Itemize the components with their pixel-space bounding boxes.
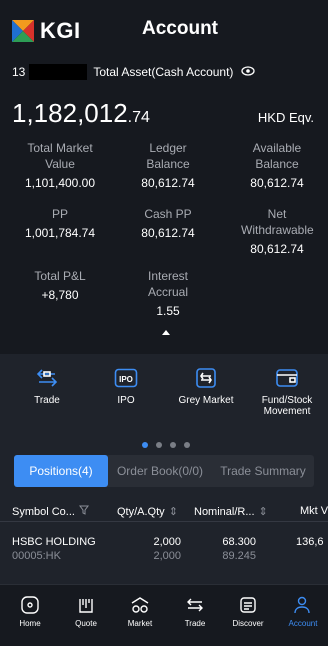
svg-text:IPO: IPO [119,375,133,384]
tab-order-book[interactable]: Order Book(0/0) [108,455,212,487]
metric-value: 80,612.74 [250,176,304,190]
tabbar-label: Market [127,619,153,628]
metric-label: Ledger Balance [146,141,190,171]
tabbar-home[interactable]: Home [10,595,50,628]
sort-icon[interactable]: ⇕ [169,505,178,518]
shortcut-ipo[interactable]: IPO IPO [86,366,166,406]
metric-label: PP [51,207,68,221]
metric-available-balance: Available Balance 80,612.74 [222,140,328,190]
tabbar-label: Discover [232,619,264,628]
home-icon [20,595,40,615]
metric-total-pl: Total P&L +8,780 [5,268,115,302]
shortcut-label: IPO [117,395,135,406]
metric-label: Cash PP [144,207,192,221]
tabbar-quote[interactable]: Quote [66,595,106,628]
column-header-label: Nominal/R... [194,505,255,518]
metric-label: Available Balance [252,141,302,171]
carousel-dot[interactable] [184,442,190,448]
carousel-dot[interactable] [170,442,176,448]
metric-value: 80,612.74 [250,242,304,256]
column-header-label: Qty/A.Qty [117,505,165,518]
bottom-tab-bar: Home Quote Market Trade Discover Account [0,584,328,646]
wallet-icon [275,366,299,390]
tabbar-label: Home [19,619,41,628]
tabbar-label: Trade [184,619,206,628]
metric-net-withdrawable: Net Withdrawable 80,612.74 [222,206,328,256]
eye-icon[interactable] [241,65,256,79]
carousel-dot[interactable] [142,442,148,448]
filter-icon[interactable] [78,505,89,518]
metric-pp: PP 1,001,784.74 [5,206,115,240]
metric-label: Interest Accrual [147,269,189,299]
position-name: HSBC HOLDING [12,536,96,548]
metric-label: Total P&L [34,269,86,283]
tabbar-account[interactable]: Account [283,595,323,628]
position-nominal: 68.300 [222,536,256,548]
total-asset-value: 1,182,012.74 [12,98,150,129]
column-header-label: Mkt V [300,505,328,517]
metric-cash-pp: Cash PP 80,612.74 [113,206,223,240]
carousel-dots [142,442,190,448]
collapse-caret-icon[interactable] [162,330,170,335]
quote-icon [76,595,96,615]
total-asset-label: Total Asset(Cash Account) [93,65,234,79]
position-code: 00005:HK [12,550,61,562]
metric-label: Net Withdrawable [241,207,314,237]
metric-value: 1,101,400.00 [24,176,96,190]
shortcut-fund-stock-movement[interactable]: Fund/Stock Movement [246,366,328,417]
position-ref-price: 89.245 [222,550,256,562]
metric-total-market-value: Total Market Value 1,101,400.00 [5,140,115,190]
page-title: Account [142,18,218,39]
position-qty: 2,000 [153,536,181,548]
tab-positions[interactable]: Positions(4) [14,455,108,487]
table-divider [0,521,328,522]
metric-ledger-balance: Ledger Balance 80,612.74 [113,140,223,190]
shortcut-grey-market[interactable]: Grey Market [166,366,246,406]
tabbar-discover[interactable]: Discover [228,595,268,628]
market-icon [130,595,150,615]
metric-value: +8,780 [41,288,79,302]
brand-logo: KGI [12,18,81,44]
column-header-qty[interactable]: Qty/A.Qty ⇕ [117,505,178,519]
metric-value: 80,612.74 [141,226,195,240]
shortcut-label: Grey Market [178,395,234,406]
sort-icon[interactable]: ⇕ [259,505,268,518]
account-number-mask [29,64,88,80]
account-row[interactable]: 13 Total Asset(Cash Account) [12,64,256,80]
tabbar-market[interactable]: Market [120,595,160,628]
tab-trade-summary[interactable]: Trade Summary [212,455,314,487]
shortcut-carousel: Trade IPO IPO Grey Market Fund/Stock Mov… [0,354,328,454]
position-available-qty: 2,000 [153,550,181,562]
account-number: 13 [12,65,26,79]
shortcut-label: Fund/Stock Movement [261,395,313,417]
column-header-symbol[interactable]: Symbol Co... [12,505,89,518]
tabbar-trade[interactable]: Trade [175,595,215,628]
carousel-dot[interactable] [156,442,162,448]
total-asset-main: 1,182,012 [12,98,128,128]
column-header-label: Symbol Co... [12,505,75,518]
column-header-nominal[interactable]: Nominal/R... ⇕ [194,505,268,519]
position-mkt-value: 136,6 [296,536,324,548]
account-icon [293,595,313,615]
kgi-logo-icon [12,20,34,42]
tabbar-label: Account [288,619,318,628]
shortcut-trade[interactable]: Trade [7,366,87,406]
metric-value: 1.55 [156,304,180,318]
shortcut-label: Trade [34,395,60,406]
metric-value: 80,612.74 [141,176,195,190]
trade-icon [185,595,205,615]
tabbar-label: Quote [75,619,97,628]
column-header-mkt-value[interactable]: Mkt V [300,505,328,517]
discover-icon [238,595,258,615]
metric-label: Total Market Value [27,141,93,171]
grey-market-icon [194,366,218,390]
ipo-icon: IPO [114,366,138,390]
metric-value: 1,001,784.74 [24,226,96,240]
currency-label: HKD Eqv. [257,110,314,125]
portfolio-tabs: Positions(4) Order Book(0/0) Trade Summa… [14,455,314,487]
transfer-arrows-icon [35,366,59,390]
total-asset-decimal: .74 [127,109,150,126]
metric-interest-accrual: Interest Accrual 1.55 [113,268,223,318]
brand-name: KGI [40,18,81,43]
